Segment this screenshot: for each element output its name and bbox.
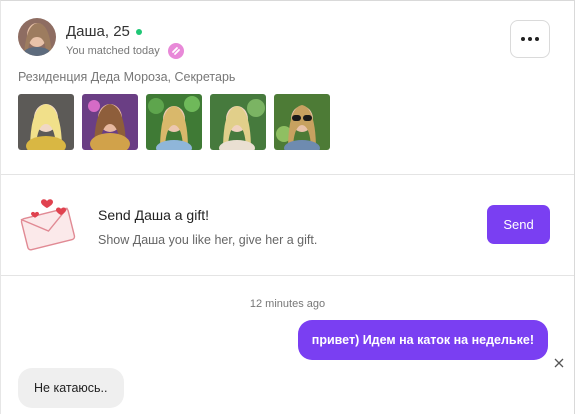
profile-photo-5[interactable]	[274, 94, 330, 150]
profile-photo-4[interactable]	[210, 94, 266, 150]
gift-subtitle: Show Даша you like her, give her a gift.	[98, 233, 318, 247]
chat-window: Даша, 25 You matched today Резиденция Де…	[0, 0, 575, 414]
send-gift-button[interactable]: Send	[487, 205, 550, 244]
profile-photo-1[interactable]	[18, 94, 74, 150]
profile-location: Резиденция Деда Мороза, Секретарь	[18, 70, 236, 84]
more-icon	[521, 37, 525, 41]
name-row: Даша, 25	[66, 23, 142, 40]
message-bubble-sent[interactable]: привет) Идем на каток на недельке!	[297, 320, 548, 360]
message-timestamp: 12 minutes ago	[249, 298, 326, 310]
divider	[1, 275, 574, 276]
gift-envelope-icon	[17, 195, 79, 253]
profile-photo-2[interactable]	[82, 94, 138, 150]
match-row: You matched today	[66, 43, 184, 59]
online-status-icon	[135, 28, 142, 35]
profile-header: Даша, 25 You matched today Резиденция Де…	[1, 1, 574, 174]
profile-name: Даша, 25	[66, 23, 130, 40]
more-options-button[interactable]	[510, 20, 550, 58]
message-bubble-received[interactable]: Не катаюсь..	[18, 368, 124, 408]
photo-gallery	[18, 94, 330, 150]
gift-title: Send Даша a gift!	[98, 207, 210, 223]
profile-photo-3[interactable]	[146, 94, 202, 150]
close-icon[interactable]	[553, 357, 565, 369]
matched-status: You matched today	[66, 45, 160, 57]
match-badge-icon	[167, 43, 184, 59]
avatar[interactable]	[18, 18, 56, 56]
